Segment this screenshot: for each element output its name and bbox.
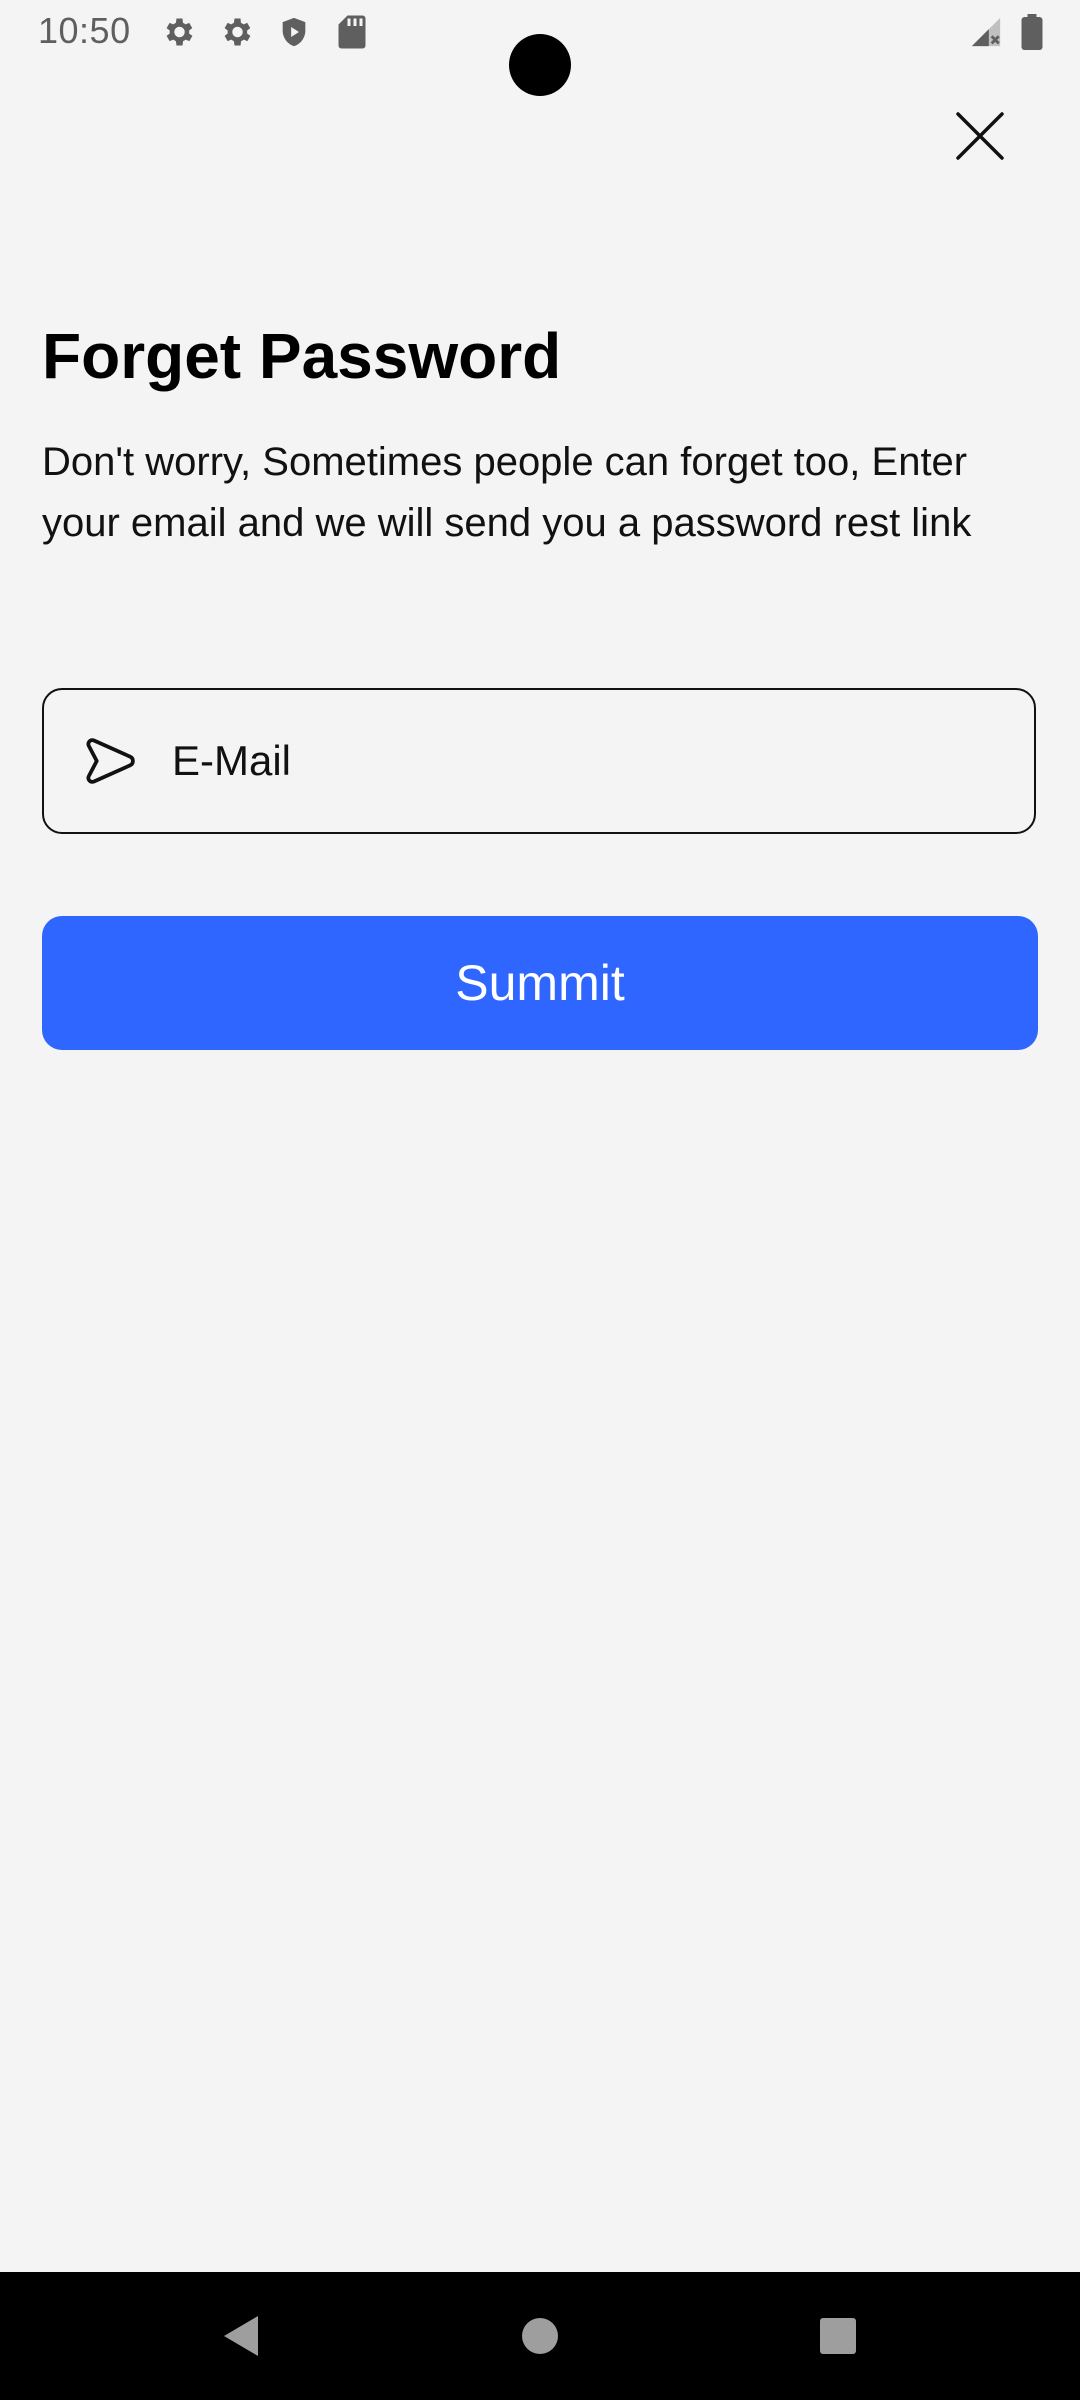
sd-card-icon xyxy=(332,12,372,52)
page-description: Don't worry, Sometimes people can forget… xyxy=(42,440,972,545)
navigation-bar xyxy=(0,2272,1080,2400)
recents-icon xyxy=(820,2318,856,2354)
signal-icon xyxy=(966,12,1006,52)
home-button[interactable] xyxy=(500,2300,580,2372)
gear-icon xyxy=(158,12,198,52)
status-time: 10:50 xyxy=(38,10,131,51)
back-icon xyxy=(224,2316,258,2356)
email-input[interactable] xyxy=(170,689,994,833)
recents-button[interactable] xyxy=(798,2300,878,2372)
gear-icon xyxy=(216,12,256,52)
back-button[interactable] xyxy=(200,2300,280,2372)
email-field[interactable] xyxy=(42,688,1036,834)
submit-button[interactable]: Summit xyxy=(42,916,1038,1050)
send-icon xyxy=(76,726,146,796)
page-title: Forget Password xyxy=(42,320,562,392)
close-button[interactable] xyxy=(940,96,1020,176)
home-icon xyxy=(522,2318,558,2354)
camera-cutout xyxy=(509,34,571,96)
battery-icon xyxy=(1012,12,1052,52)
close-icon xyxy=(956,112,1004,160)
forget-password-screen: 10:50 Forget Password Don't worry, Somet… xyxy=(0,0,1080,2400)
shield-icon xyxy=(274,12,314,52)
